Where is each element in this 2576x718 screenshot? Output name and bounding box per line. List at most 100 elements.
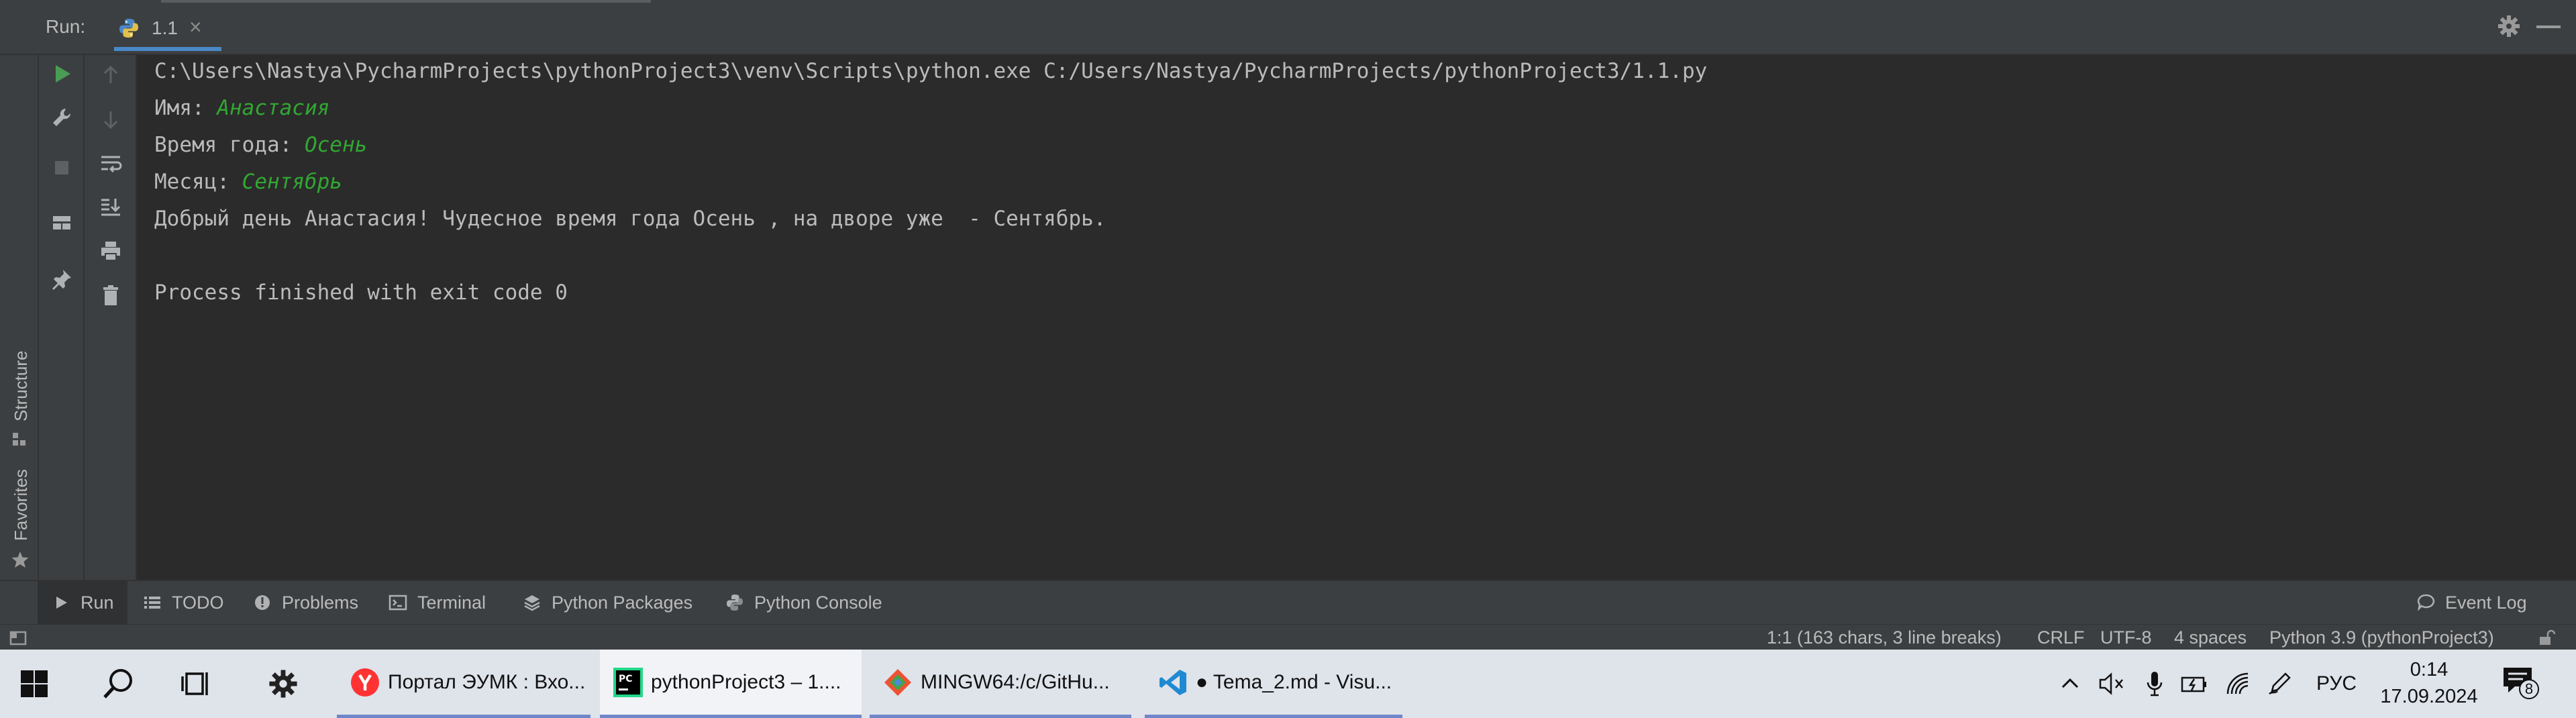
terminal-icon	[389, 595, 407, 611]
yandex-browser-icon	[351, 668, 379, 697]
gear-icon[interactable]	[2495, 12, 2523, 40]
problems-tool-button[interactable]: Problems	[252, 581, 358, 624]
task-view-button[interactable]	[181, 650, 221, 718]
run-toolbar-secondary	[85, 55, 137, 580]
left-tool-stripe: Structure Favorites	[0, 55, 39, 580]
search-icon	[103, 669, 132, 699]
taskbar-app-pycharm[interactable]: PC pythonProject3 – 1....	[600, 650, 862, 718]
layers-icon	[524, 595, 540, 611]
unlock-icon[interactable]	[2538, 629, 2555, 646]
clock-date: 17.09.2024	[2380, 686, 2478, 707]
volume-button[interactable]	[2098, 650, 2126, 718]
event-log-tool-button[interactable]: Event Log	[2416, 581, 2527, 624]
python-packages-tool-button[interactable]: Python Packages	[522, 581, 692, 624]
taskbar-app-yandex[interactable]: Портал ЭУМК : Вхо...	[337, 650, 590, 718]
network-button[interactable]	[2225, 650, 2251, 718]
line-separator[interactable]: CRLF	[2037, 625, 2085, 650]
console-user-input: Осень	[304, 133, 368, 157]
event-log-tool-label: Event Log	[2445, 592, 2527, 613]
terminal-tool-button[interactable]: Terminal	[388, 581, 486, 624]
pin-tab-button[interactable]	[47, 264, 76, 294]
console-output-line: Добрый день Анастасия! Чудесное время го…	[154, 207, 1106, 231]
speech-bubble-icon	[2417, 594, 2435, 611]
battery-button[interactable]	[2181, 650, 2208, 718]
restore-layout-button[interactable]	[47, 208, 76, 238]
run-tab-label: 1.1	[152, 17, 178, 38]
clock[interactable]: 0:14 17.09.2024	[2375, 656, 2483, 711]
caret-position[interactable]: 1:1 (163 chars, 3 line breaks)	[1767, 625, 2002, 650]
indent-setting[interactable]: 4 spaces	[2174, 625, 2247, 650]
pin-icon	[52, 270, 71, 290]
start-button[interactable]	[20, 650, 60, 718]
python-console-icon	[727, 595, 743, 611]
taskbar-app-label: ● Tema_2.md - Visu...	[1196, 670, 1392, 693]
up-arrow-icon	[103, 65, 118, 83]
run-tool-window-header: Run: 1.1 ×	[0, 0, 2576, 55]
problems-tool-label: Problems	[282, 592, 359, 613]
taskbar-app-vscode[interactable]: ● Tema_2.md - Visu...	[1145, 650, 1402, 718]
python-interpreter[interactable]: Python 3.9 (pythonProject3)	[2269, 625, 2494, 650]
taskbar-app-label: Портал ЭУМК : Вхо...	[388, 670, 586, 693]
next-occurrence-button[interactable]	[96, 105, 125, 134]
show-hidden-icons-button[interactable]	[2059, 650, 2081, 718]
battery-charging-icon	[2181, 676, 2206, 693]
search-button[interactable]	[101, 650, 141, 718]
taskbar-app-label: pythonProject3 – 1....	[651, 670, 841, 693]
todo-tool-button[interactable]: TODO	[142, 581, 224, 624]
structure-icon	[13, 433, 25, 446]
console-exit-line: Process finished with exit code 0	[154, 280, 568, 305]
edit-configuration-button[interactable]	[47, 103, 76, 133]
todo-tool-label: TODO	[172, 592, 224, 613]
settings-taskbar-button[interactable]	[267, 650, 307, 718]
python-console-tool-button[interactable]: Python Console	[725, 581, 882, 624]
scroll-to-end-icon	[101, 199, 121, 216]
notification-center-button[interactable]: 8	[2502, 663, 2542, 703]
soft-wrap-icon	[101, 156, 122, 173]
info-icon	[255, 595, 270, 610]
close-icon[interactable]: ×	[189, 15, 202, 40]
stop-icon	[55, 161, 68, 174]
list-icon	[144, 597, 160, 609]
soft-wrap-button[interactable]	[96, 149, 125, 178]
run-toolbar-primary	[39, 55, 85, 580]
horizontal-scrollbar[interactable]	[161, 0, 651, 3]
taskbar-app-label: MINGW64:/c/GitHu...	[921, 670, 1110, 693]
run-icon	[56, 65, 70, 83]
print-button[interactable]	[96, 236, 125, 266]
language-indicator: РУС	[2316, 672, 2357, 695]
scroll-to-end-button[interactable]	[96, 192, 125, 221]
console-name-line: Имя: Анастасия	[154, 95, 329, 121]
microphone-button[interactable]	[2146, 650, 2163, 718]
toggle-tool-windows-icon[interactable]	[9, 630, 27, 646]
git-bash-icon	[884, 668, 911, 696]
run-tab-1-1[interactable]: 1.1 ×	[114, 5, 221, 51]
vscode-icon	[1160, 669, 1186, 695]
clear-all-button[interactable]	[96, 280, 125, 310]
minimize-icon[interactable]	[2536, 25, 2561, 28]
pen-icon	[2269, 672, 2291, 695]
print-icon	[101, 242, 120, 261]
run-console[interactable]: C:\Users\Nastya\PycharmProjects\pythonPr…	[137, 55, 2576, 580]
previous-occurrence-button[interactable]	[96, 60, 125, 90]
stop-button[interactable]	[47, 153, 76, 183]
run-tool-button[interactable]: Run	[38, 581, 127, 624]
python-packages-tool-label: Python Packages	[552, 592, 693, 613]
input-language[interactable]: РУС	[2316, 650, 2357, 718]
microphone-icon	[2147, 672, 2163, 697]
windows-logo-icon	[21, 670, 48, 697]
status-bar: 1:1 (163 chars, 3 line breaks) CRLF UTF-…	[0, 624, 2576, 650]
run-icon	[56, 597, 67, 609]
wrench-icon	[53, 108, 71, 126]
file-encoding[interactable]: UTF-8	[2100, 625, 2152, 650]
layout-icon	[53, 216, 70, 229]
run-tool-label: Run	[81, 592, 114, 613]
favorites-label: Favorites	[11, 469, 31, 541]
pen-workspace-button[interactable]	[2267, 650, 2292, 718]
python-console-tool-label: Python Console	[754, 592, 882, 613]
console-month-line: Месяц: Сентябрь	[154, 168, 342, 195]
taskbar-app-git-bash[interactable]: MINGW64:/c/GitHu...	[870, 650, 1131, 718]
run-label: Run:	[46, 16, 86, 37]
console-prompt: Месяц:	[154, 170, 242, 194]
rerun-button[interactable]	[47, 59, 76, 89]
bottom-tool-strip: Run TODO Problems Terminal Python Packag…	[0, 580, 2576, 624]
